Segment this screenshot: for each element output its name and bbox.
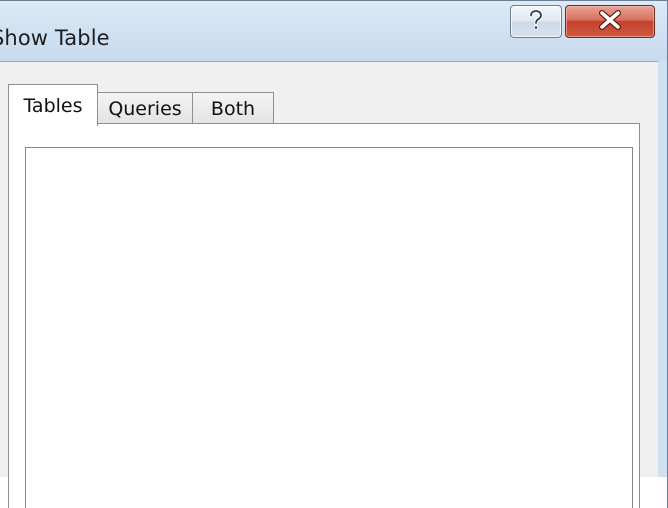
help-button[interactable] <box>510 5 562 38</box>
tables-tab-panel <box>8 123 640 508</box>
table-listbox[interactable] <box>25 147 633 508</box>
title-bar[interactable]: Show Table <box>0 1 667 61</box>
close-x-icon <box>597 9 623 34</box>
tab-both-label: Both <box>210 97 256 120</box>
close-button[interactable] <box>565 5 655 38</box>
dialog-body: Tables Queries Both dept emps sdept <box>0 61 658 508</box>
dialog-title: Show Table <box>0 26 110 50</box>
tab-tables-label: Tables <box>23 94 83 117</box>
tab-both[interactable]: Both <box>192 92 274 124</box>
show-table-dialog: Show Table Tables Queries Both <box>0 0 668 508</box>
help-question-icon <box>526 8 546 35</box>
tab-tables[interactable]: Tables <box>8 84 98 126</box>
tab-queries[interactable]: Queries <box>97 92 193 124</box>
tab-queries-label: Queries <box>108 97 182 120</box>
